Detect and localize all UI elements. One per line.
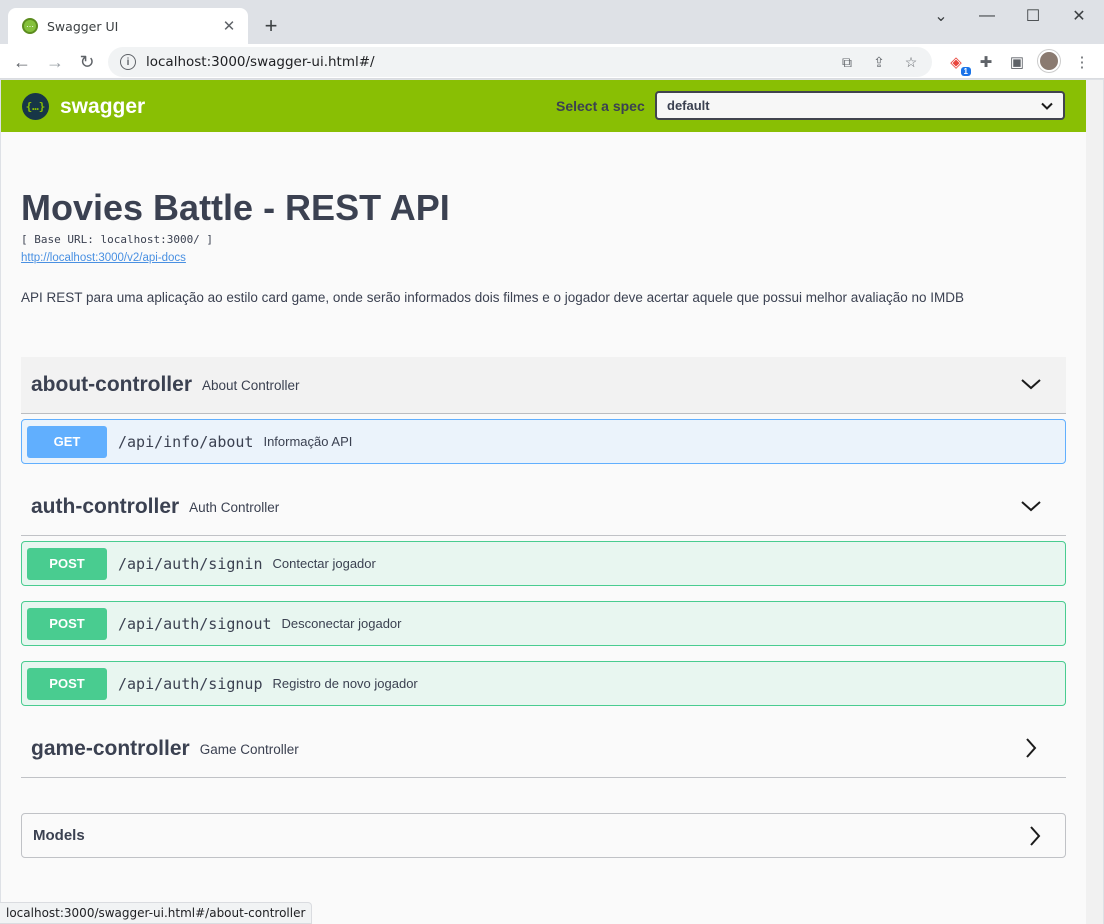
- forward-icon[interactable]: →: [41, 48, 69, 76]
- swagger-topbar: {…} swagger Select a spec default: [1, 80, 1086, 132]
- back-icon[interactable]: ←: [8, 48, 36, 76]
- site-info-icon[interactable]: i: [120, 54, 136, 70]
- spec-select[interactable]: default: [655, 91, 1065, 120]
- models-section[interactable]: Models: [21, 813, 1066, 858]
- chevron-right-icon: [1030, 826, 1041, 846]
- browser-menu-icon[interactable]: ⋮: [1071, 51, 1093, 73]
- maximize-icon[interactable]: ☐: [1010, 2, 1056, 30]
- tag-description: Auth Controller: [189, 499, 280, 515]
- side-panel-icon[interactable]: ▣: [1006, 51, 1028, 73]
- bookmark-star-icon[interactable]: ☆: [902, 53, 920, 71]
- minimize-icon[interactable]: —: [964, 2, 1010, 30]
- page-scrollbar[interactable]: [1086, 80, 1103, 924]
- tag-name: about-controller: [31, 373, 192, 396]
- page-viewport: {…} swagger Select a spec default Movies…: [1, 80, 1086, 924]
- reload-icon[interactable]: ↻: [73, 48, 101, 76]
- spec-select-value: default: [667, 98, 710, 113]
- profile-avatar[interactable]: [1038, 50, 1060, 72]
- new-tab-icon[interactable]: +: [258, 13, 284, 39]
- tag-game-controller[interactable]: game-controller Game Controller: [21, 721, 1066, 778]
- tag-name: auth-controller: [31, 495, 180, 518]
- tag-description: About Controller: [202, 377, 300, 393]
- tag-name: game-controller: [31, 737, 190, 760]
- tag-description: Game Controller: [199, 741, 299, 757]
- swagger-logo[interactable]: {…} swagger: [22, 93, 145, 120]
- operation-path: /api/auth/signup: [118, 674, 263, 693]
- operation-post-api-auth-signup[interactable]: POST /api/auth/signup Registro de novo j…: [21, 661, 1066, 706]
- chevron-down-icon: [1021, 501, 1041, 512]
- browser-tabstrip: ⋯ Swagger UI ✕ + ⌄ — ☐ ✕: [0, 0, 1104, 44]
- browser-tab[interactable]: ⋯ Swagger UI ✕: [8, 8, 248, 44]
- address-url[interactable]: localhost:3000/swagger-ui.html#/: [146, 54, 375, 70]
- chevron-down-icon: [1041, 102, 1053, 110]
- close-window-icon[interactable]: ✕: [1056, 2, 1102, 30]
- extension-icon[interactable]: ◈ 1: [945, 51, 971, 76]
- operation-post-api-auth-signin[interactable]: POST /api/auth/signin Contectar jogador: [21, 541, 1066, 586]
- operation-path: /api/auth/signin: [118, 554, 263, 573]
- operation-get-api-info-about[interactable]: GET /api/info/about Informação API: [21, 419, 1066, 464]
- close-tab-icon[interactable]: ✕: [220, 17, 238, 35]
- address-bar[interactable]: i localhost:3000/swagger-ui.html#/ ⧉ ⇪ ☆: [108, 47, 932, 77]
- api-description: API REST para uma aplicação ao estilo ca…: [21, 290, 965, 305]
- swagger-logo-text: swagger: [60, 94, 146, 118]
- method-badge: GET: [27, 425, 107, 458]
- method-badge: POST: [27, 547, 107, 580]
- browser-toolbar: ← → ↻ i localhost:3000/swagger-ui.html#/…: [0, 44, 1104, 79]
- method-badge: POST: [27, 607, 107, 640]
- api-title: Movies Battle - REST API: [21, 187, 450, 228]
- tag-about-controller[interactable]: about-controller About Controller: [21, 357, 1066, 414]
- tag-auth-controller[interactable]: auth-controller Auth Controller: [21, 479, 1066, 536]
- select-spec-label: Select a spec: [556, 98, 645, 114]
- operation-summary: Registro de novo jogador: [272, 676, 418, 691]
- operation-path: /api/auth/signout: [118, 614, 272, 633]
- operation-summary: Informação API: [263, 434, 353, 449]
- tab-title: Swagger UI: [47, 18, 119, 34]
- status-bar: localhost:3000/swagger-ui.html#/about-co…: [0, 902, 313, 924]
- models-label: Models: [33, 827, 85, 844]
- extensions-puzzle-icon[interactable]: ✚: [975, 51, 997, 73]
- operation-summary: Contectar jogador: [272, 556, 376, 571]
- chevron-right-icon: [1026, 738, 1037, 758]
- method-badge: POST: [27, 667, 107, 700]
- api-docs-link[interactable]: http://localhost:3000/v2/api-docs: [21, 252, 186, 264]
- operation-summary: Desconectar jogador: [281, 616, 402, 631]
- dropdown-tabs-icon[interactable]: ⌄: [918, 2, 964, 30]
- swagger-favicon-icon: ⋯: [22, 18, 38, 34]
- extension-badge: 1: [960, 67, 971, 76]
- operation-path: /api/info/about: [118, 432, 254, 451]
- chevron-down-icon: [1021, 379, 1041, 390]
- operation-post-api-auth-signout[interactable]: POST /api/auth/signout Desconectar jogad…: [21, 601, 1066, 646]
- translate-icon[interactable]: ⧉: [838, 53, 856, 71]
- swagger-logo-icon: {…}: [22, 93, 49, 120]
- base-url: [ Base URL: localhost:3000/ ]: [21, 233, 214, 246]
- share-icon[interactable]: ⇪: [870, 53, 888, 71]
